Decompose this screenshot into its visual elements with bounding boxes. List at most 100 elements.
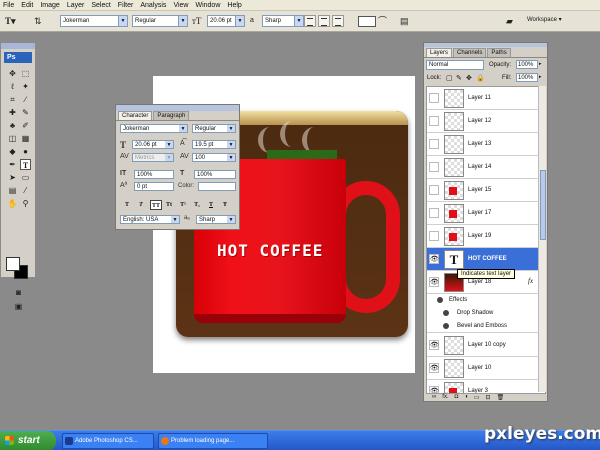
lock-image-icon[interactable]: ✎ <box>456 74 462 82</box>
text-tool-icon[interactable]: T▾ <box>5 16 16 26</box>
trash-icon[interactable]: 🗑 <box>497 394 505 402</box>
eye-icon[interactable] <box>437 297 443 303</box>
menu-edit[interactable]: Edit <box>21 2 33 9</box>
zoom-tool-icon[interactable]: ⚲ <box>20 198 31 209</box>
menu-filter[interactable]: Filter <box>118 2 134 9</box>
antialias-select[interactable]: Sharp ▼ <box>262 15 304 27</box>
character-antialias-select[interactable]: Sharp ▼ <box>196 215 236 224</box>
workspace-menu[interactable]: Workspace ▾ <box>527 16 562 23</box>
tab-channels[interactable]: Channels <box>453 48 487 57</box>
slice-tool-icon[interactable]: ∕ <box>20 94 31 105</box>
layer-row[interactable]: 👁 Layer 3 <box>427 380 541 393</box>
character-font-family-select[interactable]: Jokerman ▼ <box>120 124 188 133</box>
baseline-shift-field[interactable]: 0 pt <box>134 182 174 191</box>
visibility-toggle[interactable] <box>429 93 439 103</box>
character-color-swatch[interactable] <box>198 182 236 191</box>
superscript-button[interactable]: T¹ <box>178 200 188 210</box>
tools-panel-header[interactable] <box>1 43 35 49</box>
pen-tool-icon[interactable]: ✒ <box>7 159 18 170</box>
menu-select[interactable]: Select <box>91 2 110 9</box>
eye-icon[interactable] <box>443 323 449 329</box>
faux-bold-button[interactable]: T <box>122 200 132 210</box>
menu-view[interactable]: View <box>173 2 188 9</box>
tab-paths[interactable]: Paths <box>487 48 511 57</box>
menu-layer[interactable]: Layer <box>67 2 85 9</box>
faux-italic-button[interactable]: T <box>136 200 146 210</box>
layers-scrollbar-thumb[interactable] <box>540 170 546 240</box>
tab-character[interactable]: Character <box>118 111 153 120</box>
layer-row[interactable]: 👁 Layer 10 copy <box>427 334 541 357</box>
menu-help[interactable]: Help <box>227 2 241 9</box>
orientation-toggle-icon[interactable]: ⇅ <box>34 16 42 26</box>
visibility-toggle[interactable] <box>429 116 439 126</box>
shape-tool-icon[interactable]: ▭ <box>20 172 31 183</box>
visibility-toggle[interactable] <box>429 162 439 172</box>
align-center-button[interactable] <box>318 15 330 27</box>
gradient-tool-icon[interactable]: ▦ <box>20 133 31 144</box>
dodge-tool-icon[interactable]: ● <box>20 146 31 157</box>
start-button[interactable]: start <box>0 431 56 450</box>
effect-bevel-emboss[interactable]: Bevel and Emboss <box>427 320 541 333</box>
magic-wand-tool-icon[interactable]: ✦ <box>20 81 31 92</box>
new-group-icon[interactable]: ▭ <box>474 394 480 402</box>
blend-mode-select[interactable]: Normal <box>426 60 484 70</box>
kerning-select[interactable]: Metrics ▼ <box>132 153 174 162</box>
align-left-button[interactable] <box>304 15 316 27</box>
tab-paragraph[interactable]: Paragraph <box>153 111 190 120</box>
visibility-toggle[interactable] <box>429 139 439 149</box>
leading-field[interactable]: 19.5 pt ▼ <box>192 140 236 149</box>
layer-row[interactable]: Layer 11 <box>427 87 541 110</box>
link-layers-icon[interactable]: ∞ <box>432 394 436 402</box>
layer-row[interactable]: Layer 12 <box>427 110 541 133</box>
subscript-button[interactable]: T₁ <box>192 200 202 210</box>
blur-tool-icon[interactable]: ◆ <box>7 146 18 157</box>
tracking-field[interactable]: 100 ▼ <box>192 153 236 162</box>
crop-tool-icon[interactable]: ⌗ <box>7 94 18 105</box>
text-color-swatch[interactable] <box>358 16 376 27</box>
warp-text-icon[interactable]: ⌒ <box>378 16 387 26</box>
fill-field[interactable]: 100% <box>516 73 538 82</box>
brush-tool-icon[interactable]: ✎ <box>20 107 31 118</box>
visibility-toggle[interactable] <box>429 231 439 241</box>
chevron-right-icon[interactable]: ▸ <box>539 61 542 67</box>
foreground-color-swatch[interactable] <box>6 257 20 271</box>
layer-row[interactable]: Layer 15 <box>427 179 541 202</box>
chevron-right-icon[interactable]: ▸ <box>539 74 542 80</box>
marquee-tool-icon[interactable]: ⬚ <box>20 68 31 79</box>
eyedropper-tool-icon[interactable]: ⁄ <box>20 185 31 196</box>
character-font-size-field[interactable]: 20.06 pt ▼ <box>132 140 174 149</box>
history-brush-tool-icon[interactable]: ✐ <box>20 120 31 131</box>
lock-all-icon[interactable]: 🔒 <box>476 74 485 82</box>
menu-window[interactable]: Window <box>195 2 220 9</box>
eye-icon[interactable]: 👁 <box>429 386 439 393</box>
language-select[interactable]: English: USA ▼ <box>120 215 180 224</box>
visibility-toggle[interactable] <box>429 185 439 195</box>
eye-icon[interactable]: 👁 <box>429 340 439 350</box>
font-size-select[interactable]: 20.06 pt ▼ <box>207 15 245 27</box>
lasso-tool-icon[interactable]: ℓ <box>7 81 18 92</box>
opacity-field[interactable]: 100% <box>516 60 538 69</box>
effect-drop-shadow[interactable]: Drop Shadow <box>427 307 541 320</box>
toggle-panels-icon[interactable]: ▤ <box>400 16 409 26</box>
taskbar-firefox[interactable]: Problem loading page... <box>158 433 268 449</box>
layer-row[interactable]: Layer 13 <box>427 133 541 156</box>
hand-tool-icon[interactable]: ✋ <box>7 198 18 209</box>
horizontal-scale-field[interactable]: 100% <box>194 170 236 179</box>
vertical-scale-field[interactable]: 100% <box>134 170 174 179</box>
layer-effects-icon[interactable]: fx <box>528 277 533 285</box>
eraser-tool-icon[interactable]: ◫ <box>7 133 18 144</box>
new-layer-icon[interactable]: ⊡ <box>486 394 491 402</box>
notes-tool-icon[interactable]: ▤ <box>7 185 18 196</box>
strikethrough-button[interactable]: Ŧ <box>220 200 230 210</box>
underline-button[interactable]: T <box>206 200 216 210</box>
taskbar-photoshop[interactable]: Adobe Photoshop CS... <box>62 433 154 449</box>
menu-file[interactable]: File <box>3 2 14 9</box>
align-right-button[interactable] <box>332 15 344 27</box>
eye-icon[interactable]: 👁 <box>429 277 439 287</box>
clone-stamp-tool-icon[interactable]: ♣ <box>7 120 18 131</box>
small-caps-button[interactable]: Tt <box>164 200 174 210</box>
move-tool-icon[interactable]: ✥ <box>7 68 18 79</box>
font-style-select[interactable]: Regular ▼ <box>132 15 188 27</box>
visibility-toggle[interactable] <box>429 208 439 218</box>
layer-row[interactable]: Layer 14 <box>427 156 541 179</box>
